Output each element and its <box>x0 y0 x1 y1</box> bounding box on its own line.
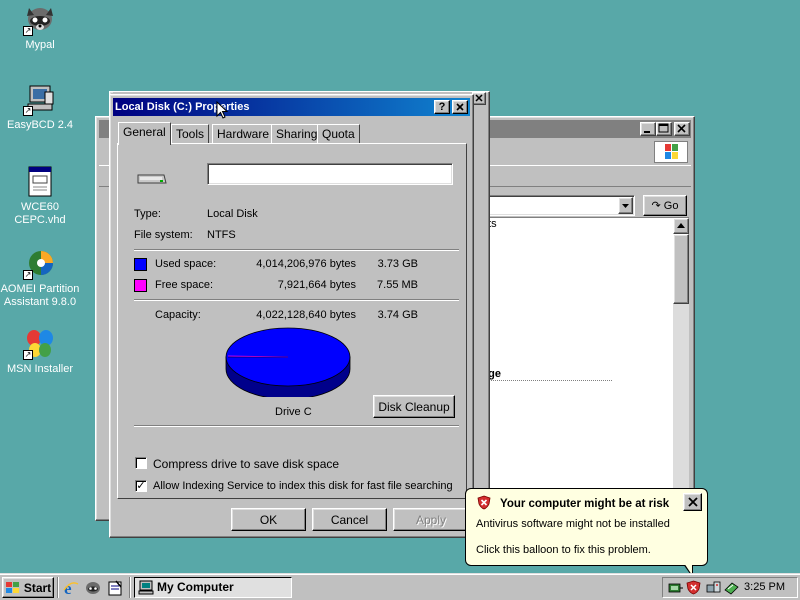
computer-icon <box>138 580 154 595</box>
free-space-label: Free space: <box>155 279 214 291</box>
security-shield-icon <box>477 495 491 513</box>
compress-checkbox[interactable] <box>135 457 147 469</box>
taskbar: Start e My Computer 3:25 PM <box>0 573 800 600</box>
tab-general[interactable]: General <box>118 122 171 145</box>
notepad-icon[interactable] <box>106 579 124 597</box>
ok-button[interactable]: OK <box>231 508 306 531</box>
used-space-bytes: 4,014,206,976 bytes <box>256 258 356 270</box>
windows-logo-icon <box>654 141 688 163</box>
separator <box>134 249 459 251</box>
clock[interactable]: 3:25 PM <box>744 581 785 593</box>
raccoon-app-icon: ↗ <box>23 4 57 36</box>
used-space-size: 3.73 GB <box>377 258 418 270</box>
hardware-tray-icon[interactable] <box>723 579 740 596</box>
indexing-checkbox[interactable]: ✓ <box>135 480 147 492</box>
free-space-swatch <box>134 279 147 292</box>
general-tab-panel: Type: Local Disk File system: NTFS Used … <box>117 143 467 499</box>
balloon-line-1: Antivirus software might not be installe… <box>476 518 670 530</box>
file-system-label: File system: <box>134 229 193 241</box>
taskbar-divider <box>57 577 59 598</box>
windows-flag-icon <box>5 581 19 593</box>
taskbar-item-my-computer[interactable]: My Computer <box>134 577 292 598</box>
start-button[interactable]: Start <box>2 577 54 598</box>
free-space-size: 7.55 MB <box>377 279 418 291</box>
shortcut-arrow-icon: ↗ <box>23 350 33 360</box>
raccoon-quicklaunch-icon[interactable] <box>84 579 102 597</box>
close-button[interactable] <box>674 122 690 136</box>
volume-label-input[interactable] <box>207 163 453 185</box>
desktop-icon-label: Mypal <box>25 39 55 51</box>
mouse-cursor-icon <box>216 101 229 119</box>
desktop-icon-easybcd[interactable]: ↗ EasyBCD 2.4 <box>0 84 82 132</box>
devices-tray-icon[interactable] <box>705 579 722 596</box>
indexing-label[interactable]: Allow Indexing Service to index this dis… <box>153 480 453 492</box>
maximize-button[interactable] <box>656 122 672 136</box>
content-text: age <box>482 368 612 381</box>
close-button[interactable] <box>452 100 468 114</box>
help-button[interactable]: ? <box>434 100 450 114</box>
go-button[interactable]: ↷ Go <box>643 195 687 216</box>
desktop-icon-mypal[interactable]: ↗ Mypal <box>0 4 82 52</box>
cancel-button[interactable]: Cancel <box>312 508 387 531</box>
desktop-icon-msn[interactable]: ↗ MSN Installer <box>0 328 82 376</box>
disk-usage-pie <box>225 327 351 397</box>
address-dropdown-button[interactable] <box>618 197 633 214</box>
desktop-icon-label: EasyBCD 2.4 <box>6 119 74 131</box>
start-label: Start <box>23 580 52 595</box>
desktop-icon-label: AOMEI Partition Assistant 9.8.0 <box>0 283 80 308</box>
properties-dialog[interactable]: Local Disk (C:) Properties ? General Too… <box>109 94 474 538</box>
scroll-thumb[interactable] <box>673 234 689 304</box>
taskbar-divider <box>129 577 131 598</box>
scroll-up-button[interactable] <box>673 218 689 234</box>
shortcut-arrow-icon: ↗ <box>23 106 33 116</box>
balloon-title: Your computer might be at risk <box>500 498 670 510</box>
separator <box>134 425 459 427</box>
dialog-title-bar[interactable]: Local Disk (C:) Properties ? <box>113 98 470 116</box>
close-button[interactable] <box>472 92 486 105</box>
desktop-icon-label: MSN Installer <box>6 363 74 375</box>
tab-hardware[interactable]: Hardware <box>212 124 275 144</box>
security-balloon[interactable]: Your computer might be at risk Antivirus… <box>465 488 708 566</box>
capacity-bytes: 4,022,128,640 bytes <box>256 309 356 321</box>
computer-tool-icon: ↗ <box>23 84 57 116</box>
vertical-scrollbar[interactable] <box>673 218 689 517</box>
file-system-value: NTFS <box>207 229 236 241</box>
desktop-icon-vhd[interactable]: WCE60 CEPC.vhd <box>0 166 82 227</box>
desktop-icon-aomei[interactable]: ↗ AOMEI Partition Assistant 9.8.0 <box>0 248 82 309</box>
hard-drive-icon <box>136 171 168 190</box>
network-tray-icon[interactable] <box>667 579 684 596</box>
type-label: Type: <box>134 208 161 220</box>
desktop-icon-label: WCE60 CEPC.vhd <box>14 201 66 226</box>
explorer-content[interactable]: nts age <box>482 217 689 517</box>
drive-label: Drive C <box>275 406 312 418</box>
apply-button[interactable]: Apply <box>393 508 469 531</box>
taskbar-item-label: My Computer <box>157 580 234 594</box>
capacity-label: Capacity: <box>155 309 201 321</box>
minimize-button[interactable] <box>640 122 656 136</box>
shortcut-arrow-icon: ↗ <box>23 270 33 280</box>
document-icon <box>23 166 57 198</box>
system-tray: 3:25 PM <box>662 577 798 598</box>
butterfly-icon: ↗ <box>23 328 57 360</box>
tab-quota[interactable]: Quota <box>317 124 360 144</box>
type-value: Local Disk <box>207 208 258 220</box>
internet-explorer-icon[interactable]: e <box>62 579 80 598</box>
balloon-line-2: Click this balloon to fix this problem. <box>476 544 651 556</box>
address-input[interactable] <box>479 195 635 216</box>
compress-label[interactable]: Compress drive to save disk space <box>153 457 339 471</box>
go-arrow-icon: ↷ <box>651 200 661 212</box>
disk-cleanup-button[interactable]: Disk Cleanup <box>373 395 455 418</box>
used-space-label: Used space: <box>155 258 217 270</box>
capacity-size: 3.74 GB <box>377 309 418 321</box>
go-label: Go <box>663 199 679 212</box>
separator <box>134 299 459 301</box>
used-space-swatch <box>134 258 147 271</box>
free-space-bytes: 7,921,664 bytes <box>277 279 356 291</box>
balloon-close-button[interactable] <box>683 493 702 511</box>
tab-sharing[interactable]: Sharing <box>271 124 323 144</box>
partition-tool-icon: ↗ <box>23 248 57 280</box>
tab-tools[interactable]: Tools <box>171 124 210 144</box>
security-alert-tray-icon[interactable] <box>685 579 702 596</box>
shortcut-arrow-icon: ↗ <box>23 26 33 36</box>
